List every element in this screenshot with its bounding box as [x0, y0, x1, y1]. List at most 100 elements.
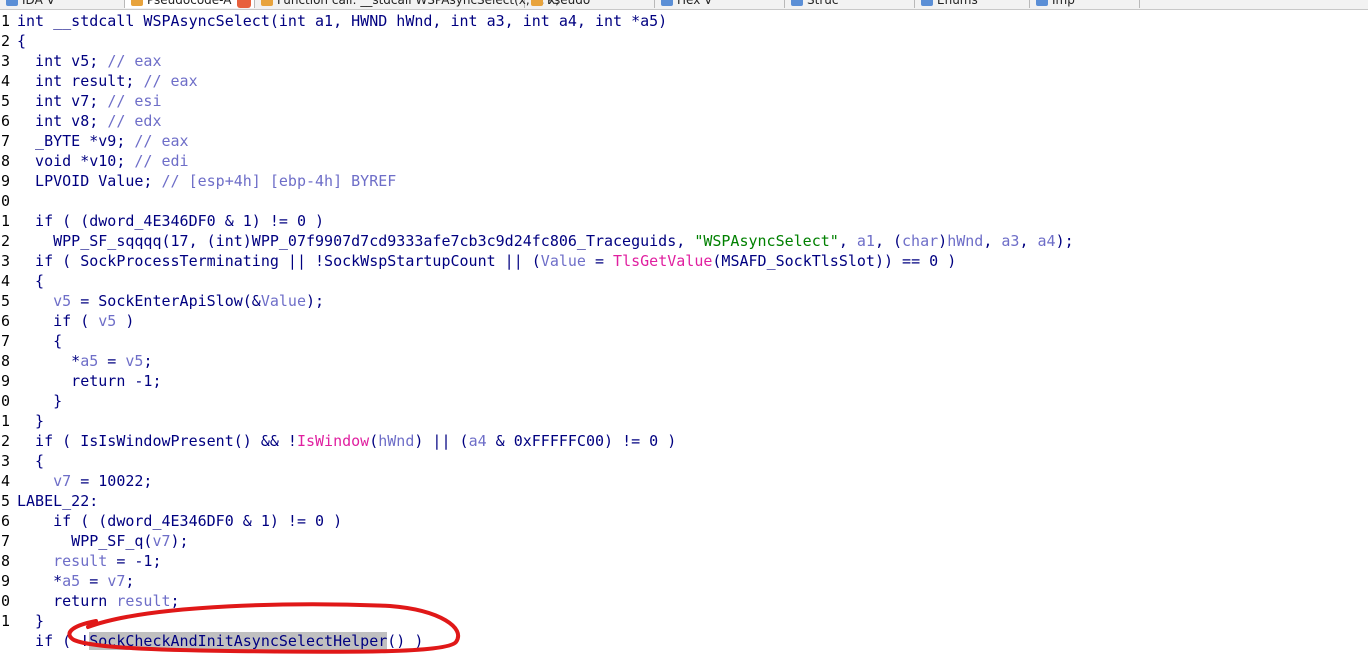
- code-line[interactable]: 9 return -1;: [0, 371, 1368, 391]
- code-line[interactable]: 1 int __stdcall WSPAsyncSelect(int a1, HW…: [0, 11, 1368, 31]
- code-token: result: [116, 592, 171, 610]
- code-text: if ( (dword_4E346DF0 & 1) != 0 ): [17, 511, 342, 531]
- code-token: = SockEnterApiSlow(&: [71, 292, 261, 310]
- code-token: *: [17, 352, 81, 370]
- tab-4[interactable]: Hex V: [655, 0, 785, 8]
- code-token: // edx: [107, 112, 162, 130]
- code-line[interactable]: 8 result = -1;: [0, 551, 1368, 571]
- pseudocode-view[interactable]: 1 int __stdcall WSPAsyncSelect(int a1, HW…: [0, 11, 1368, 655]
- code-line[interactable]: 4 v7 = 10022;: [0, 471, 1368, 491]
- code-line[interactable]: 6 if ( (dword_4E346DF0 & 1) != 0 ): [0, 511, 1368, 531]
- code-token: ,: [838, 232, 857, 250]
- code-token: );: [170, 532, 189, 550]
- code-text: void *v10; // edi: [17, 151, 189, 171]
- code-line[interactable]: 1 }: [0, 611, 1368, 631]
- code-text: WPP_SF_sqqqq(17, (int)WPP_07f9907d7cd933…: [17, 231, 1074, 251]
- tab-3[interactable]: Pseudo: [525, 0, 655, 8]
- close-tab-icon[interactable]: [237, 0, 252, 8]
- code-line[interactable]: 2 if ( IsIsWindowPresent() && !IsWindow(…: [0, 431, 1368, 451]
- code-token: a4: [468, 432, 487, 450]
- tab-0[interactable]: IDA V: [0, 0, 125, 8]
- code-line[interactable]: 0 return result;: [0, 591, 1368, 611]
- code-token: TlsGetValue: [613, 252, 713, 270]
- tab-1[interactable]: Pseudocode-A: [125, 0, 255, 8]
- code-line[interactable]: 9 *a5 = v7;: [0, 571, 1368, 591]
- line-number: 4: [1, 472, 11, 490]
- line-number: 1: [1, 412, 11, 430]
- code-line[interactable]: 6 if ( v5 ): [0, 311, 1368, 331]
- code-line[interactable]: 2{: [0, 31, 1368, 51]
- code-token: = -1;: [107, 552, 162, 570]
- code-line[interactable]: 4 int result; // eax: [0, 71, 1368, 91]
- code-line[interactable]: if ( !SockCheckAndInitAsyncSelectHelper(…: [0, 631, 1368, 651]
- tab-label: Hex V: [677, 0, 713, 7]
- code-line[interactable]: 5 v5 = SockEnterApiSlow(&Value);: [0, 291, 1368, 311]
- code-text: int v7; // esi: [17, 91, 162, 111]
- line-number: 5: [1, 92, 11, 110]
- code-line[interactable]: 9 LPVOID Value; // [esp+4h] [ebp-4h] BYR…: [0, 171, 1368, 191]
- code-text: _BYTE *v9; // eax: [17, 131, 189, 151]
- line-number: 7: [1, 132, 11, 150]
- code-line[interactable]: 5 int v7; // esi: [0, 91, 1368, 111]
- tab-2[interactable]: Function call: __stdcall WSPAsyncSelect(…: [255, 0, 559, 8]
- code-line[interactable]: 3 int v5; // eax: [0, 51, 1368, 71]
- code-text: if ( IsIsWindowPresent() && !IsWindow(hW…: [17, 431, 676, 451]
- code-token: v5: [98, 312, 117, 330]
- code-text: }: [17, 391, 62, 411]
- code-token: =: [585, 252, 614, 270]
- code-text: if ( !SockCheckAndInitAsyncSelectHelper(…: [17, 631, 423, 651]
- tab-icon: [531, 0, 543, 6]
- code-line[interactable]: 7 _BYTE *v9; // eax: [0, 131, 1368, 151]
- code-text: v5 = SockEnterApiSlow(&Value);: [17, 291, 324, 311]
- code-text: WPP_SF_q(v7);: [17, 531, 189, 551]
- code-text: {: [17, 331, 62, 351]
- code-line[interactable]: 4 {: [0, 271, 1368, 291]
- code-token: {: [17, 452, 45, 470]
- code-line[interactable]: 0 }: [0, 391, 1368, 411]
- highlighted-identifier[interactable]: SockCheckAndInitAsyncSelectHelper: [89, 632, 388, 650]
- code-line[interactable]: 8 void *v10; // edi: [0, 151, 1368, 171]
- code-line[interactable]: 5 LABEL_22:: [0, 491, 1368, 511]
- line-number: 2: [1, 32, 11, 50]
- code-token: IsWindow: [296, 432, 370, 450]
- line-number: 4: [1, 272, 11, 290]
- code-token: ;: [170, 592, 180, 610]
- code-token: );: [306, 292, 325, 310]
- code-text: int __stdcall WSPAsyncSelect(int a1, HWN…: [17, 11, 667, 31]
- tab-icon: [131, 0, 143, 6]
- line-number: 7: [1, 332, 11, 350]
- code-token: int result;: [17, 72, 144, 90]
- line-number: 6: [1, 112, 11, 130]
- line-number: 3: [1, 52, 11, 70]
- code-line[interactable]: 1 if ( (dword_4E346DF0 & 1) != 0 ): [0, 211, 1368, 231]
- line-number: 5: [1, 292, 11, 310]
- code-line[interactable]: 6 int v8; // edx: [0, 111, 1368, 131]
- line-number: 1: [1, 12, 11, 30]
- code-token: if ( IsIsWindowPresent() && !: [17, 432, 297, 450]
- code-line[interactable]: 7 WPP_SF_q(v7);: [0, 531, 1368, 551]
- tab-7[interactable]: Imp: [1030, 0, 1140, 8]
- line-number: 8: [1, 152, 11, 170]
- code-token: // esi: [107, 92, 162, 110]
- tab-icon: [661, 0, 673, 6]
- code-token: {: [17, 332, 63, 350]
- tab-5[interactable]: Struc: [785, 0, 915, 8]
- code-text: {: [17, 451, 44, 471]
- line-number: 1: [1, 212, 11, 230]
- code-line[interactable]: 1 }: [0, 411, 1368, 431]
- line-number: 7: [1, 532, 11, 550]
- code-line[interactable]: 7 {: [0, 331, 1368, 351]
- code-token: hWnd: [947, 232, 984, 250]
- tab-6[interactable]: Enums: [915, 0, 1030, 8]
- code-line[interactable]: 8 *a5 = v5;: [0, 351, 1368, 371]
- code-token: ): [938, 232, 948, 250]
- code-text: return -1;: [17, 371, 161, 391]
- code-line[interactable]: 2 WPP_SF_sqqqq(17, (int)WPP_07f9907d7cd9…: [0, 231, 1368, 251]
- code-token: LABEL_22:: [17, 492, 99, 510]
- code-text: {: [17, 271, 44, 291]
- code-line[interactable]: 3 if ( SockProcessTerminating || !SockWs…: [0, 251, 1368, 271]
- code-line[interactable]: 3 {: [0, 451, 1368, 471]
- code-line[interactable]: 0: [0, 191, 1368, 211]
- code-token: =: [80, 572, 108, 590]
